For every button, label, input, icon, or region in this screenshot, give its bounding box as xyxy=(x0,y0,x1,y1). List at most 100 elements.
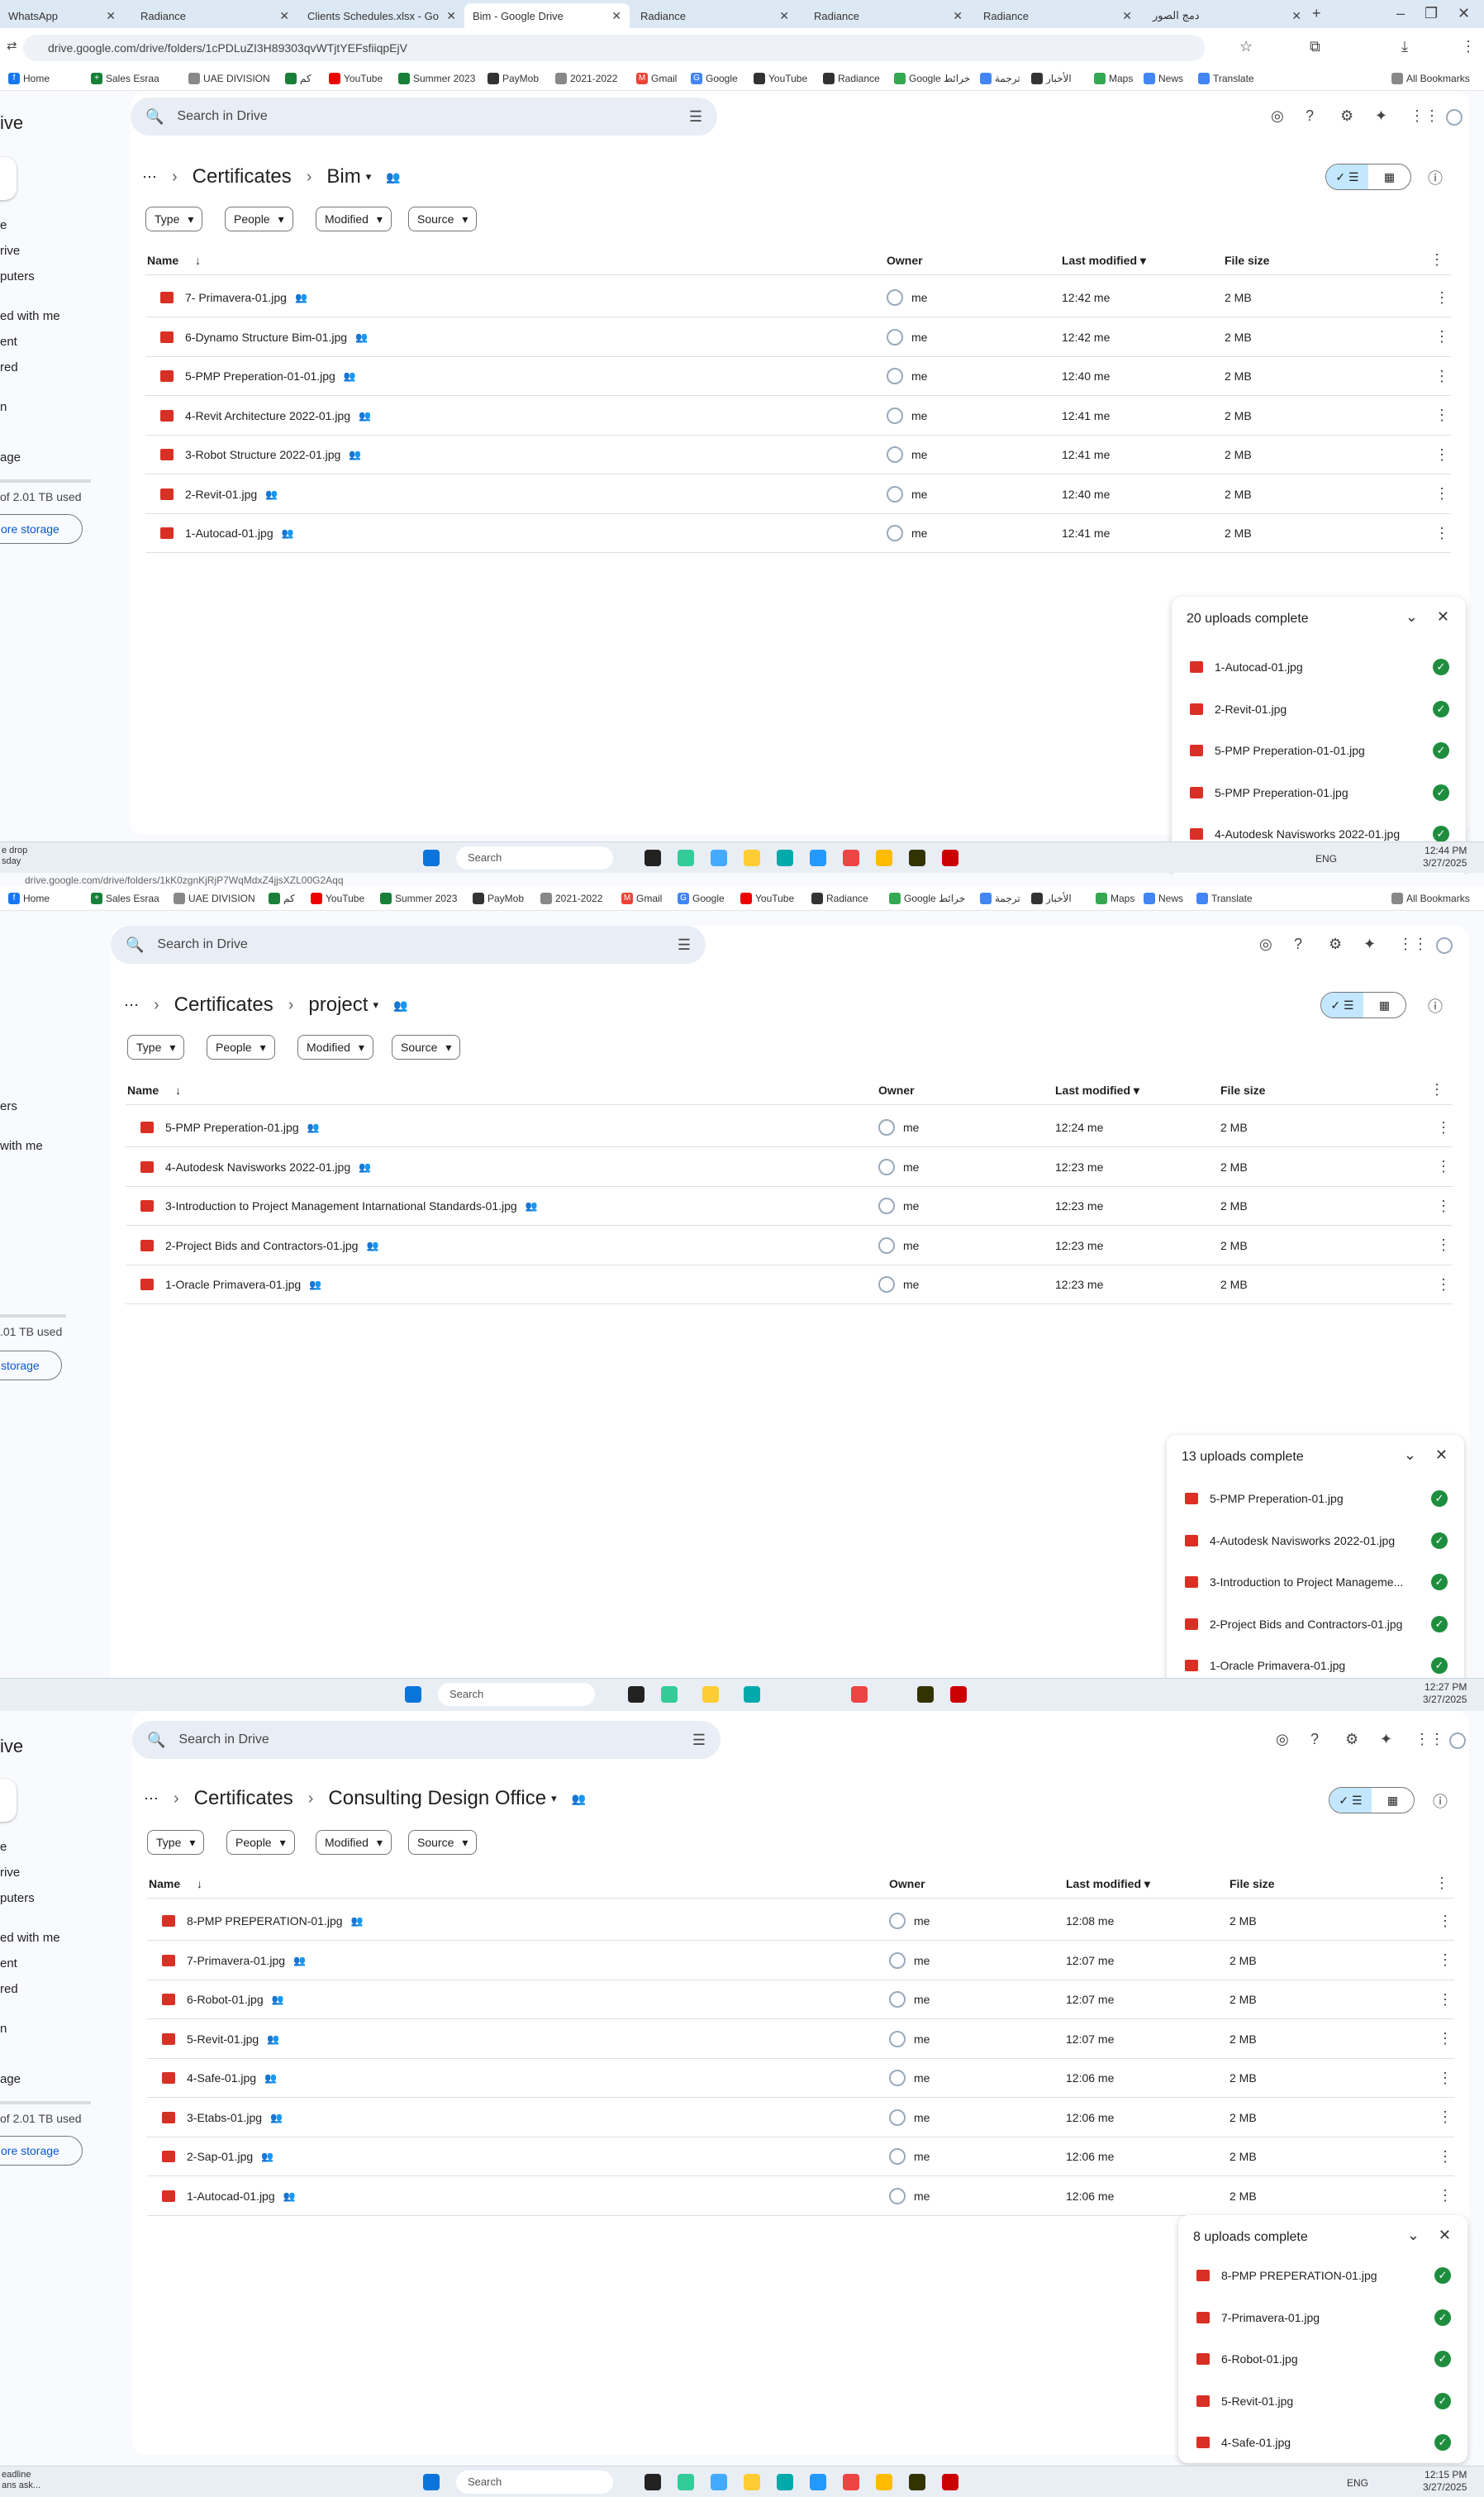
column-last-modified[interactable]: Last modified ▾ xyxy=(1066,1877,1150,1891)
bookmark-maps[interactable]: Maps xyxy=(1096,892,1134,904)
gemini-icon[interactable]: ✦ xyxy=(1363,936,1376,953)
bookmark-translate[interactable]: Translate xyxy=(1198,72,1254,84)
start-icon[interactable] xyxy=(423,850,440,866)
sidebar-item-recent[interactable]: ent xyxy=(0,335,17,349)
row-more-icon[interactable]: ⋮ xyxy=(1434,407,1449,424)
table-row[interactable]: 6-Robot-01.jpg 👥 me 12:07 me 2 MB ⋮ xyxy=(147,1980,1454,2019)
upload-item[interactable]: 8-PMP PREPERATION-01.jpg ✓ xyxy=(1178,2255,1467,2296)
breadcrumb-current-folder[interactable]: project xyxy=(308,994,368,1017)
sidebar-item-storage[interactable]: age xyxy=(0,450,21,465)
table-row[interactable]: 7-Primavera-01.jpg 👥 me 12:07 me 2 MB ⋮ xyxy=(147,1942,1454,1980)
filter-type[interactable]: Type ▾ xyxy=(147,1830,205,1855)
tab-radiance-3[interactable]: Radiance ✕ xyxy=(806,3,971,28)
row-more-icon[interactable]: ⋮ xyxy=(1434,289,1449,307)
sidebar-item-spam[interactable]: n xyxy=(0,400,7,414)
offline-status-icon[interactable]: ◎ xyxy=(1271,107,1284,125)
bookmark-youtube[interactable]: YouTube xyxy=(311,892,364,904)
collapse-icon[interactable]: ⌄ xyxy=(1407,2227,1420,2244)
column-name[interactable]: Name ↓ xyxy=(149,1877,202,1890)
upload-item[interactable]: 5-Revit-01.jpg ✓ xyxy=(1178,2380,1467,2422)
help-icon[interactable]: ? xyxy=(1310,1731,1319,1748)
column-name[interactable]: Name ↓ xyxy=(147,254,201,267)
gemini-icon[interactable]: ✦ xyxy=(1375,107,1387,125)
close-icon[interactable]: ✕ xyxy=(953,9,963,23)
download-icon[interactable]: ⤓ xyxy=(1401,38,1408,55)
search-bar[interactable]: 🔍 Search in Drive ☰ xyxy=(132,1721,721,1759)
column-options-icon[interactable]: ⋮ xyxy=(1429,1081,1444,1098)
taskbar-search[interactable]: Search xyxy=(438,1683,595,1706)
filter-people[interactable]: People ▾ xyxy=(225,207,293,231)
row-more-icon[interactable]: ⋮ xyxy=(1434,328,1449,345)
table-row[interactable]: 2-Revit-01.jpg 👥 me 12:40 me 2 MB ⋮ xyxy=(145,475,1451,514)
tab-clients-schedules[interactable]: Clients Schedules.xlsx - Go ✕ xyxy=(299,3,464,28)
search-bar[interactable]: 🔍 Search in Drive ☰ xyxy=(111,926,706,964)
column-last-modified[interactable]: Last modified ▾ xyxy=(1062,254,1146,268)
close-icon[interactable]: ✕ xyxy=(611,9,621,23)
bookmark-uae[interactable]: UAE DIVISION xyxy=(174,892,255,904)
table-row[interactable]: 4-Autodesk Navisworks 2022-01.jpg 👥 me 12:2… xyxy=(126,1148,1453,1187)
bookmark-youtube[interactable]: YouTube xyxy=(329,72,383,84)
sidebar-item-recent[interactable]: ent xyxy=(0,1956,17,1970)
settings-icon[interactable]: ⚙ xyxy=(1340,107,1353,125)
bookmark-maps-ar[interactable]: Google خرائط xyxy=(894,72,970,84)
table-row[interactable]: 3-Robot Structure 2022-01.jpg 👥 me 12:41 me… xyxy=(145,436,1451,474)
help-icon[interactable]: ? xyxy=(1306,107,1314,125)
illustrator-icon[interactable] xyxy=(909,2474,925,2490)
grid-view-icon[interactable]: ▦ xyxy=(1368,164,1410,189)
row-more-icon[interactable]: ⋮ xyxy=(1438,2109,1453,2126)
bookmark-sales[interactable]: + Sales Esraa xyxy=(91,892,159,904)
table-row[interactable]: 3-Introduction to Project Management Int… xyxy=(126,1187,1453,1226)
upload-item[interactable]: 1-Autocad-01.jpg ✓ xyxy=(1172,646,1466,688)
tab-radiance-2[interactable]: Radiance ✕ xyxy=(632,3,797,28)
table-row[interactable]: 1-Oracle Primavera-01.jpg 👥 me 12:23 me 2 MB… xyxy=(126,1265,1453,1304)
bookmark-google[interactable]: G Google xyxy=(678,892,725,904)
app-icon[interactable] xyxy=(950,1686,967,1703)
illustrator-icon[interactable] xyxy=(909,850,925,866)
row-more-icon[interactable]: ⋮ xyxy=(1436,1119,1451,1137)
filter-type[interactable]: Type ▾ xyxy=(145,207,203,231)
filter-options-icon[interactable]: ☰ xyxy=(692,1732,706,1749)
bookmark-translate-ar[interactable]: ترجمة xyxy=(980,892,1020,904)
tab-image-merge[interactable]: دمج الصور ✕ xyxy=(1144,3,1310,28)
taskbar-search[interactable]: Search xyxy=(456,846,613,870)
filter-source[interactable]: Source ▾ xyxy=(392,1035,461,1060)
all-bookmarks[interactable]: All Bookmarks xyxy=(1391,892,1470,904)
table-row[interactable]: 7- Primavera-01.jpg 👥 me 12:42 me 2 MB ⋮ xyxy=(145,279,1451,317)
account-avatar[interactable] xyxy=(1446,109,1463,126)
upload-item[interactable]: 2-Project Bids and Contractors-01.jpg ✓ xyxy=(1167,1604,1464,1645)
gemini-icon[interactable]: ✦ xyxy=(1380,1731,1392,1748)
app-icon[interactable] xyxy=(661,1686,678,1703)
close-icon[interactable]: ✕ xyxy=(106,9,116,23)
upload-item[interactable]: 2-Revit-01.jpg ✓ xyxy=(1172,689,1466,730)
row-more-icon[interactable]: ⋮ xyxy=(1438,2148,1453,2166)
table-row[interactable]: 3-Etabs-01.jpg 👥 me 12:06 me 2 MB ⋮ xyxy=(147,2099,1454,2137)
sidebar-item-shared[interactable]: ed with me xyxy=(0,1931,60,1945)
filter-modified[interactable]: Modified ▾ xyxy=(297,1035,373,1060)
bookmark-home[interactable]: f Home xyxy=(8,72,50,84)
bookmark-youtube-2[interactable]: YouTube xyxy=(740,892,794,904)
breadcrumb-root[interactable]: Certificates xyxy=(174,994,273,1017)
row-more-icon[interactable]: ⋮ xyxy=(1434,525,1449,542)
app-icon[interactable] xyxy=(711,2474,727,2490)
window-close-icon[interactable]: ✕ xyxy=(1458,5,1470,22)
offline-status-icon[interactable]: ◎ xyxy=(1276,1731,1289,1748)
filter-options-icon[interactable]: ☰ xyxy=(678,936,691,954)
caret-down-icon[interactable]: ▾ xyxy=(373,998,378,1012)
row-more-icon[interactable]: ⋮ xyxy=(1438,1951,1453,1969)
app-icon[interactable] xyxy=(810,2474,826,2490)
sort-arrow-icon[interactable]: ↓ xyxy=(195,254,201,267)
search-input[interactable]: Search in Drive xyxy=(177,109,267,124)
more-path-icon[interactable]: ⋯ xyxy=(144,1790,159,1808)
close-icon[interactable]: ✕ xyxy=(779,9,789,23)
breadcrumb-root[interactable]: Certificates xyxy=(194,1787,293,1810)
app-icon[interactable] xyxy=(810,850,826,866)
upload-item[interactable]: 4-Autodesk Navisworks 2022-01.jpg ✓ xyxy=(1167,1520,1464,1561)
upload-item[interactable]: 6-Robot-01.jpg ✓ xyxy=(1178,2338,1467,2380)
sidebar-item-starred[interactable]: red xyxy=(0,1982,18,1996)
account-avatar[interactable] xyxy=(1449,1732,1466,1749)
start-icon[interactable] xyxy=(405,1686,421,1703)
chrome-icon[interactable] xyxy=(876,850,892,866)
sidebar-item-home[interactable]: e xyxy=(0,218,7,232)
minimize-icon[interactable]: – xyxy=(1396,5,1405,22)
apps-grid-icon[interactable]: ⋮⋮ xyxy=(1410,107,1439,125)
